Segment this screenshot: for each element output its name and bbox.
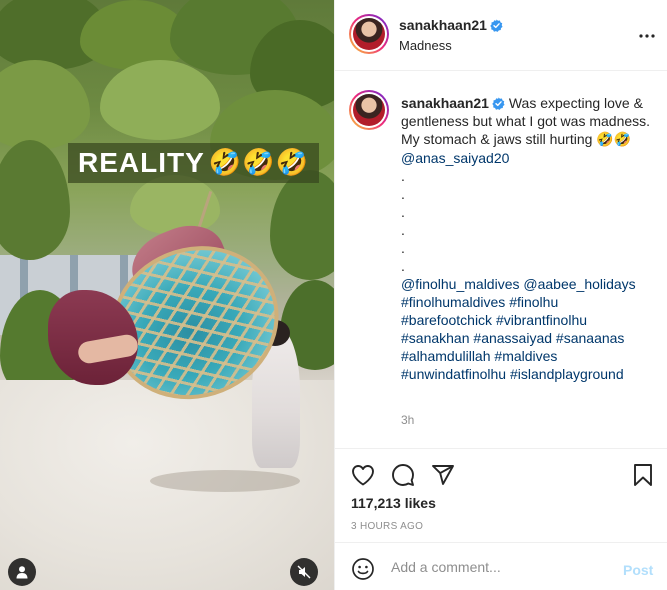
- caption-dot: .: [401, 222, 405, 238]
- hashtag-link[interactable]: #anassaiyad: [473, 330, 552, 346]
- hashtag-link[interactable]: #maldives: [494, 348, 557, 364]
- bookmark-icon: [634, 464, 652, 486]
- emoji-button[interactable]: [349, 555, 377, 583]
- caption-dot: .: [401, 186, 405, 202]
- post-header: sanakhaan21 Madness: [335, 0, 667, 71]
- hashtag-link[interactable]: #barefootchick: [401, 312, 492, 328]
- laughing-emojis: 🤣🤣🤣: [208, 148, 309, 178]
- caption-timestamp[interactable]: 3h: [401, 413, 414, 427]
- caption-text: sanakhaan21 Was expecting love & gentlen…: [401, 94, 659, 383]
- smiley-icon: [352, 558, 374, 580]
- paper-plane-icon: [432, 465, 454, 485]
- hashtag-link[interactable]: @aabee_holidays: [523, 276, 635, 292]
- post-details-panel: sanakhaan21 Madness sanakhaan21 Was expe…: [334, 0, 667, 590]
- laughing-emojis: 🤣🤣: [596, 132, 632, 148]
- location-link[interactable]: Madness: [399, 38, 452, 53]
- hashtag-link[interactable]: #islandplayground: [510, 366, 624, 382]
- caption-dot: .: [401, 168, 405, 184]
- comment-bar: Post: [335, 542, 667, 590]
- hashtag-link[interactable]: #alhamdulillah: [401, 348, 491, 364]
- more-options-button[interactable]: [635, 24, 659, 48]
- caption-dot: .: [401, 258, 405, 274]
- more-horizontal-icon: [639, 34, 655, 38]
- hashtag-link[interactable]: #unwindatfinolhu: [401, 366, 506, 382]
- action-bar: 117,213 likes 3 HOURS AGO: [335, 448, 667, 542]
- likes-count[interactable]: 117,213 likes: [351, 495, 436, 511]
- verified-badge-icon: [490, 19, 503, 32]
- hashtag-link[interactable]: #sanaanas: [556, 330, 625, 346]
- hashtag-link[interactable]: #finolhu: [509, 294, 558, 310]
- hashtag-link[interactable]: #vibrantfinolhu: [496, 312, 587, 328]
- hashtag-link[interactable]: #sanakhan: [401, 330, 470, 346]
- caption-section: sanakhaan21 Was expecting love & gentlen…: [335, 72, 667, 448]
- speaker-muted-icon: [297, 565, 311, 579]
- caption-avatar[interactable]: [349, 90, 389, 130]
- comment-button[interactable]: [389, 461, 417, 489]
- verified-badge-icon: [492, 97, 505, 110]
- mention-link[interactable]: @anas_saiyad20: [401, 150, 509, 166]
- comment-input[interactable]: [391, 555, 611, 579]
- reality-overlay: REALITY 🤣🤣🤣: [68, 143, 319, 183]
- post-media[interactable]: REALITY 🤣🤣🤣: [0, 0, 334, 590]
- caption-dot: .: [401, 240, 405, 256]
- like-button[interactable]: [349, 461, 377, 489]
- hashtag-link[interactable]: @finolhu_maldives: [401, 276, 520, 292]
- share-button[interactable]: [429, 461, 457, 489]
- post-comment-button[interactable]: Post: [623, 562, 653, 578]
- heart-icon: [352, 465, 374, 486]
- hashtag-link[interactable]: #finolhumaldives: [401, 294, 505, 310]
- save-button[interactable]: [629, 461, 657, 489]
- caption-dot: .: [401, 204, 405, 220]
- comment-icon: [392, 464, 414, 486]
- tagged-people-button[interactable]: [8, 558, 36, 586]
- mute-button[interactable]: [290, 558, 318, 586]
- header-username[interactable]: sanakhaan21: [399, 17, 503, 33]
- reality-text: REALITY: [78, 147, 205, 178]
- avatar[interactable]: [349, 14, 389, 54]
- posted-time[interactable]: 3 HOURS AGO: [351, 521, 423, 532]
- caption-username[interactable]: sanakhaan21: [401, 95, 489, 111]
- person-icon: [16, 566, 28, 579]
- caption-body-2: My stomach & jaws still hurting: [401, 131, 593, 147]
